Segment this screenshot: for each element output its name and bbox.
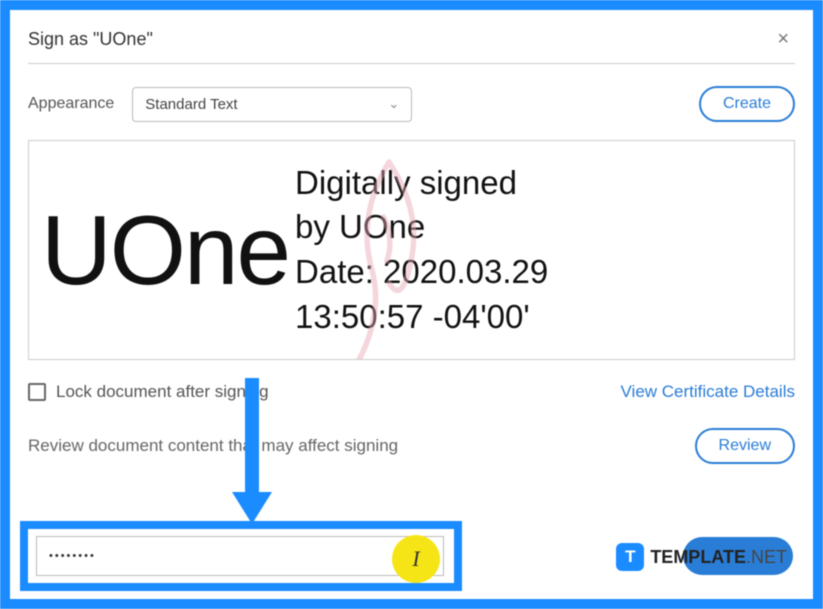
review-row: Review document content that may affect … xyxy=(28,428,795,464)
password-input[interactable]: •••••••• xyxy=(36,536,444,576)
sig-line2: by UOne xyxy=(295,205,782,250)
lock-checkbox[interactable] xyxy=(28,383,46,401)
chevron-down-icon: ⌄ xyxy=(388,96,399,112)
sig-line3: Date: 2020.03.29 xyxy=(295,250,782,295)
create-button[interactable]: Create xyxy=(699,86,795,122)
annotation-arrow xyxy=(232,378,272,538)
appearance-value: Standard Text xyxy=(145,96,237,113)
dialog-title: Sign as "UOne" xyxy=(28,29,153,50)
signature-details: Digitally signed by UOne Date: 2020.03.2… xyxy=(289,161,782,339)
cursor-highlight: I xyxy=(392,535,440,583)
signature-name: UOne xyxy=(41,194,289,307)
sig-line1: Digitally signed xyxy=(295,161,782,206)
lock-row: Lock document after signing View Certifi… xyxy=(28,382,795,402)
dialog-header: Sign as "UOne" × xyxy=(28,24,795,64)
dialog-frame: Sign as "UOne" × Appearance Standard Tex… xyxy=(0,0,823,609)
watermark-icon: T xyxy=(616,543,644,571)
appearance-select[interactable]: Standard Text ⌄ xyxy=(132,87,412,122)
password-value: •••••••• xyxy=(49,550,96,562)
appearance-row: Appearance Standard Text ⌄ Create xyxy=(28,86,795,122)
close-icon[interactable]: × xyxy=(771,28,795,51)
view-certificate-link[interactable]: View Certificate Details xyxy=(621,382,795,402)
review-text: Review document content that may affect … xyxy=(28,436,398,456)
text-cursor-icon: I xyxy=(412,546,419,572)
sig-line4: 13:50:57 -04'00' xyxy=(295,295,782,340)
appearance-label: Appearance xyxy=(28,95,114,113)
watermark-text: TEMPLATE.NET xyxy=(650,547,787,568)
review-button[interactable]: Review xyxy=(695,428,795,464)
signature-preview: UOne Digitally signed by UOne Date: 2020… xyxy=(28,140,795,360)
watermark: T TEMPLATE.NET xyxy=(610,539,793,575)
